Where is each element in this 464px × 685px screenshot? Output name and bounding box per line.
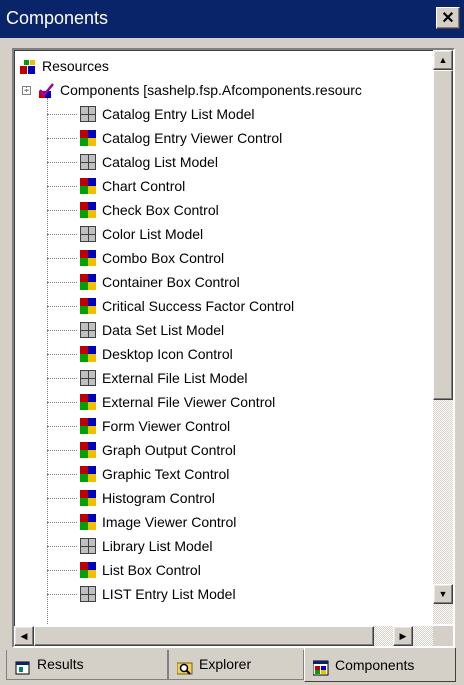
tree-line [47, 354, 77, 355]
control-icon [80, 202, 96, 218]
list-model-icon [80, 154, 96, 170]
tree-view[interactable]: Resources − Components [sashelp.fsp.Afco… [14, 50, 433, 624]
tree-item-label: Image Viewer Control [102, 514, 237, 530]
tree-item-label: Color List Model [102, 226, 204, 242]
tree-item-label: Graph Output Control [102, 442, 236, 458]
tab-results[interactable]: Results [6, 650, 168, 680]
tree-item-label: List Box Control [102, 562, 201, 578]
tree-item-label: Form Viewer Control [102, 418, 231, 434]
tab-components[interactable]: Components [304, 648, 456, 682]
horizontal-scroll-thumb[interactable] [34, 626, 374, 646]
tree-line [47, 474, 77, 475]
tab-explorer[interactable]: Explorer [168, 650, 304, 680]
catalog-check-icon [38, 82, 54, 98]
tree-line [47, 330, 77, 331]
control-icon [80, 442, 96, 458]
vertical-scrollbar[interactable]: ▲ ▼ [433, 50, 453, 624]
tree-item-label: External File Viewer Control [102, 394, 276, 410]
tree-item-label: Container Box Control [102, 274, 240, 290]
tree-item-label: Catalog Entry Viewer Control [102, 130, 283, 146]
control-icon [80, 178, 96, 194]
control-icon [80, 274, 96, 290]
tree-root-label: Resources [42, 58, 109, 74]
tab-bar: Results Explorer Components [0, 648, 464, 685]
tree-item-label: Critical Success Factor Control [102, 298, 295, 314]
control-icon [80, 298, 96, 314]
tree-line [47, 402, 77, 403]
scroll-left-button[interactable]: ◀ [14, 626, 34, 646]
scroll-corner [433, 626, 453, 646]
tree-item-label: External File List Model [102, 370, 248, 386]
tree-item-label: Library List Model [102, 538, 213, 554]
tree-item-label: Histogram Control [102, 490, 215, 506]
control-icon [80, 130, 96, 146]
tree-line [47, 210, 77, 211]
control-icon [80, 394, 96, 410]
list-model-icon [80, 322, 96, 338]
control-icon [80, 466, 96, 482]
explorer-icon [176, 657, 193, 675]
tree-line [47, 306, 77, 307]
tree-line [47, 426, 77, 427]
vertical-scroll-thumb[interactable] [433, 70, 453, 400]
list-model-icon [80, 226, 96, 242]
tree-item-label: Graphic Text Control [102, 466, 230, 482]
scroll-down-button[interactable]: ▼ [433, 584, 453, 604]
tree-line [47, 546, 77, 547]
control-icon [80, 514, 96, 530]
tree-line [47, 378, 77, 379]
tree-line [47, 498, 77, 499]
tree-item-label: Chart Control [102, 178, 186, 194]
scroll-right-button[interactable]: ▶ [393, 626, 413, 646]
resources-icon [20, 58, 36, 74]
tree-line [47, 282, 77, 283]
control-icon [80, 250, 96, 266]
tree-item-label: Data Set List Model [102, 322, 225, 338]
tree-line [47, 258, 77, 259]
tree-line [47, 234, 77, 235]
tree-line [47, 450, 77, 451]
window-title: Components [6, 8, 109, 28]
control-icon [80, 490, 96, 506]
close-button[interactable]: ✕ [436, 7, 460, 29]
tree-item-label: LIST Entry List Model [102, 586, 236, 602]
tab-results-label: Results [37, 656, 84, 672]
components-icon [312, 657, 329, 676]
tree-line [47, 138, 77, 139]
tree-item-label: Combo Box Control [102, 250, 225, 266]
tree-item-label: Catalog Entry List Model [102, 106, 255, 122]
scroll-up-button[interactable]: ▲ [433, 50, 453, 70]
list-model-icon [80, 106, 96, 122]
tab-explorer-label: Explorer [199, 656, 252, 672]
tree-line [47, 186, 77, 187]
horizontal-scrollbar[interactable]: ◀ ▶ [14, 626, 433, 646]
tree-line [47, 570, 77, 571]
tree-line [26, 86, 27, 92]
results-icon [15, 657, 31, 675]
tree-item-label: Desktop Icon Control [102, 346, 233, 362]
title-bar: Components ✕ [0, 0, 464, 38]
control-icon [80, 418, 96, 434]
tree-item-label: Check Box Control [102, 202, 219, 218]
list-model-icon [80, 370, 96, 386]
tree-line [47, 114, 77, 115]
list-model-icon [80, 538, 96, 554]
control-icon [80, 562, 96, 578]
tab-components-label: Components [335, 657, 415, 673]
tree-panel: Resources − Components [sashelp.fsp.Afco… [12, 48, 455, 648]
list-model-icon [80, 586, 96, 602]
tree-node-components-label: Components [sashelp.fsp.Afcomponents.res… [60, 82, 362, 98]
control-icon [80, 346, 96, 362]
tree-item-label: Catalog List Model [102, 154, 218, 170]
tree-line [47, 162, 77, 163]
tree-line [47, 522, 77, 523]
tree-line [47, 594, 77, 595]
